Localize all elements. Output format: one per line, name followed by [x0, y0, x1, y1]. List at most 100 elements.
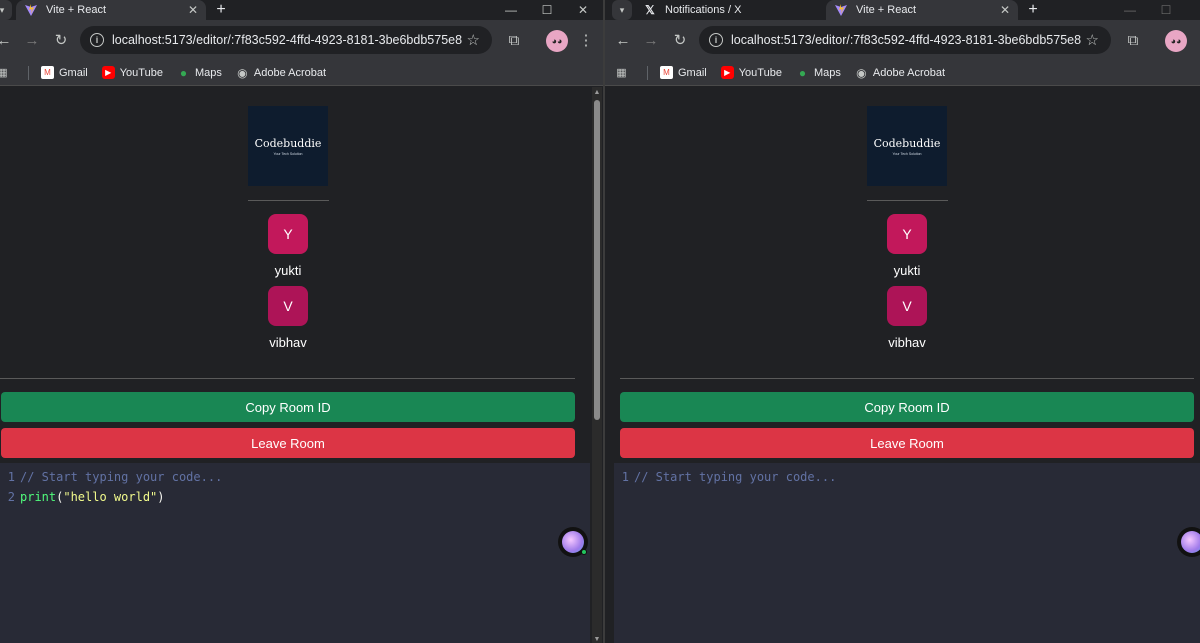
maximize-icon[interactable]: ☐	[534, 0, 560, 20]
user-avatar-vibhav: V	[268, 286, 308, 326]
tab-search-button[interactable]: ▾	[612, 0, 632, 20]
bookmark-youtube[interactable]: ▶ YouTube	[101, 66, 163, 79]
new-tab-button[interactable]: +	[211, 0, 231, 20]
tab-title: Vite + React	[46, 4, 107, 16]
bookmark-gmail[interactable]: M Gmail	[41, 66, 88, 79]
copy-room-id-button[interactable]: Copy Room ID	[620, 392, 1194, 422]
close-icon[interactable]: ✕	[188, 3, 198, 17]
close-icon[interactable]: ✕	[1000, 3, 1010, 17]
bookmarks-bar: ▦ M Gmail ▶ YouTube ● Maps ◉ Adobe Acrobat	[0, 60, 603, 86]
more-icon[interactable]: ⋮	[576, 30, 596, 50]
address-bar[interactable]: i localhost:5173/editor/:7f83c592-4ffd-4…	[80, 26, 492, 54]
line-number: 2	[7, 490, 15, 504]
url-text: localhost:5173/editor/:7f83c592-4ffd-492…	[731, 33, 1082, 47]
code-line: 2 print("hello world")	[0, 487, 165, 507]
info-icon[interactable]: i	[90, 33, 104, 47]
info-icon[interactable]: i	[709, 33, 723, 47]
toolbar: ← → ↻ i localhost:5173/editor/:7f83c592-…	[0, 20, 603, 60]
tab-strip: ▾ 𝕏 Notifications / X Vite + React ✕ + —…	[605, 0, 1200, 20]
code-editor[interactable]: 1// Start typing your code...	[614, 463, 1200, 643]
reload-icon[interactable]: ↻	[51, 30, 71, 50]
bookmark-maps[interactable]: ● Maps	[177, 65, 222, 80]
section-divider	[620, 378, 1194, 379]
editor-page: Codebuddie Your Tech Solution Y yukti V …	[0, 87, 603, 643]
assistant-bubble-icon[interactable]	[1177, 527, 1200, 557]
line-number: 1	[7, 470, 15, 484]
x-icon: 𝕏	[645, 3, 655, 17]
forward-arrow-icon[interactable]: →	[641, 30, 661, 50]
profile-avatar[interactable]: ◕◕	[546, 30, 568, 52]
back-arrow-icon[interactable]: ←	[0, 30, 14, 50]
tab-vite-react[interactable]: Vite + React ✕	[16, 0, 206, 20]
maximize-icon[interactable]: ☐	[1153, 0, 1179, 20]
window-close-icon[interactable]: ✕	[570, 0, 596, 20]
user-name-yukti: yukti	[893, 263, 921, 278]
line-number: 1	[621, 470, 629, 484]
tab-title: Notifications / X	[665, 4, 742, 16]
star-icon[interactable]: ☆	[1086, 31, 1099, 49]
apps-grid-icon[interactable]: ▦	[0, 66, 14, 79]
leave-room-button[interactable]: Leave Room	[620, 428, 1194, 458]
maps-icon: ●	[798, 65, 807, 80]
vite-icon	[834, 3, 848, 17]
bookmark-youtube[interactable]: ▶ YouTube	[720, 66, 782, 79]
minimize-icon[interactable]: —	[1117, 0, 1143, 20]
reload-icon[interactable]: ↻	[670, 30, 690, 50]
back-arrow-icon[interactable]: ←	[613, 30, 633, 50]
acrobat-icon: ◉	[856, 65, 867, 80]
bookmarks-bar: ▦ M Gmail ▶ YouTube ● Maps ◉ Adobe Acrobat	[605, 60, 1200, 86]
bookmark-separator	[647, 65, 648, 80]
vite-icon	[24, 3, 38, 17]
extensions-icon[interactable]: ⧉	[504, 30, 524, 50]
tab-vite-react[interactable]: Vite + React ✕	[826, 0, 1018, 20]
youtube-icon: ▶	[101, 66, 115, 79]
address-bar[interactable]: i localhost:5173/editor/:7f83c592-4ffd-4…	[699, 26, 1111, 54]
right-browser-window: ▾ 𝕏 Notifications / X Vite + React ✕ + —…	[605, 0, 1200, 643]
tab-search-button[interactable]: ▾	[0, 0, 12, 20]
acrobat-icon: ◉	[237, 65, 248, 80]
forward-arrow-icon[interactable]: →	[22, 30, 42, 50]
toolbar: ← → ↻ i localhost:5173/editor/:7f83c592-…	[605, 20, 1200, 60]
logo-divider	[248, 200, 329, 201]
new-tab-button[interactable]: +	[1023, 0, 1043, 20]
page-scrollbar[interactable]: ▲ ▼	[592, 87, 602, 643]
leave-room-button[interactable]: Leave Room	[1, 428, 575, 458]
left-browser-window: ▾ Vite + React ✕ + — ☐ ✕ ← → ↻ i localho…	[0, 0, 603, 643]
maps-icon: ●	[179, 65, 188, 80]
youtube-icon: ▶	[720, 66, 734, 79]
apps-grid-icon[interactable]: ▦	[615, 66, 633, 79]
codebuddie-logo: Codebuddie Your Tech Solution	[867, 106, 947, 186]
code-line: 1// Start typing your code...	[0, 467, 223, 487]
assistant-bubble-icon[interactable]	[558, 527, 588, 557]
scrollbar-thumb[interactable]	[594, 100, 600, 420]
bookmark-maps[interactable]: ● Maps	[796, 65, 841, 80]
scroll-up-arrow[interactable]: ▲	[592, 89, 602, 96]
star-icon[interactable]: ☆	[467, 31, 480, 49]
minimize-icon[interactable]: —	[498, 0, 524, 20]
url-text: localhost:5173/editor/:7f83c592-4ffd-492…	[112, 33, 463, 47]
tab-notifications-x[interactable]: 𝕏 Notifications / X	[635, 0, 825, 20]
code-editor[interactable]: 1// Start typing your code... 2 print("he…	[0, 463, 590, 643]
tab-title: Vite + React	[856, 4, 917, 16]
user-name-yukti: yukti	[274, 263, 302, 278]
scroll-down-arrow[interactable]: ▼	[592, 636, 602, 643]
online-status-dot	[581, 549, 587, 555]
bookmark-acrobat[interactable]: ◉ Adobe Acrobat	[236, 65, 326, 80]
profile-avatar[interactable]: ◕◕	[1165, 30, 1187, 52]
section-divider	[0, 378, 575, 379]
copy-room-id-button[interactable]: Copy Room ID	[1, 392, 575, 422]
tab-strip: ▾ Vite + React ✕ + — ☐ ✕	[0, 0, 603, 20]
gmail-icon: M	[660, 66, 673, 79]
user-avatar-yukti: Y	[887, 214, 927, 254]
codebuddie-logo: Codebuddie Your Tech Solution	[248, 106, 328, 186]
user-name-vibhav: vibhav	[888, 335, 926, 350]
user-avatar-yukti: Y	[268, 214, 308, 254]
user-name-vibhav: vibhav	[269, 335, 307, 350]
code-line: 1// Start typing your code...	[614, 467, 837, 487]
bookmark-acrobat[interactable]: ◉ Adobe Acrobat	[855, 65, 945, 80]
extensions-icon[interactable]: ⧉	[1123, 30, 1143, 50]
gmail-icon: M	[41, 66, 54, 79]
bookmark-separator	[28, 65, 29, 80]
user-avatar-vibhav: V	[887, 286, 927, 326]
bookmark-gmail[interactable]: M Gmail	[660, 66, 707, 79]
